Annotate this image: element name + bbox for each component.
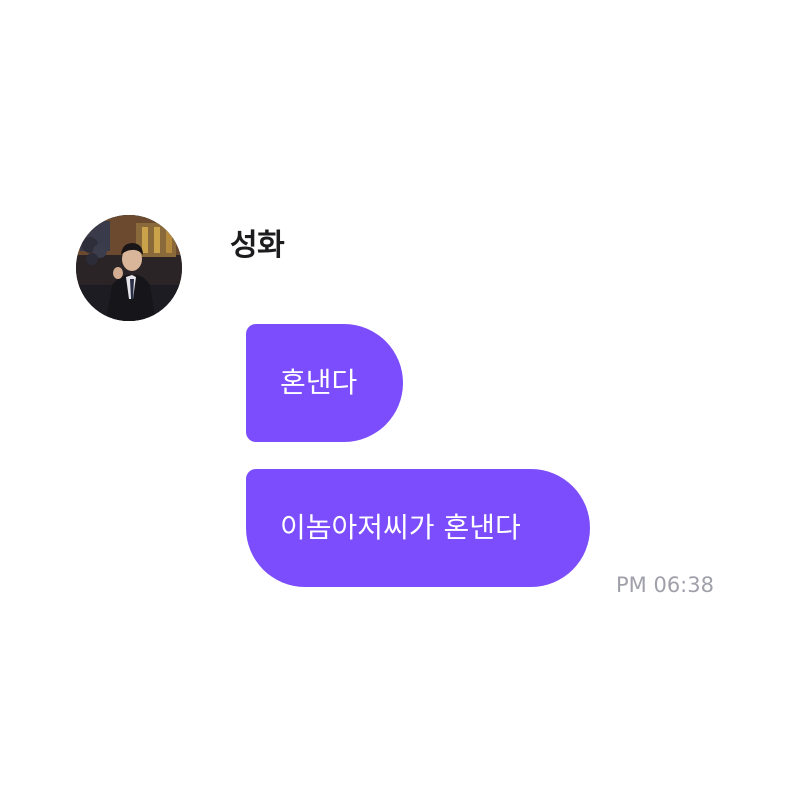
message-timestamp: PM 06:38 (616, 573, 714, 597)
sender-name: 성화 (230, 228, 285, 263)
chat-thread: 성화 혼낸다 이놈아저씨가 혼낸다 PM 06:38 (0, 0, 800, 800)
sender-avatar[interactable] (76, 215, 182, 321)
avatar-photo-icon (76, 215, 182, 321)
message-text: 이놈아저씨가 혼낸다 (280, 511, 521, 544)
message-bubble[interactable]: 이놈아저씨가 혼낸다 (246, 469, 590, 587)
message-bubble[interactable]: 혼낸다 (246, 324, 403, 442)
message-text: 혼낸다 (280, 366, 358, 399)
